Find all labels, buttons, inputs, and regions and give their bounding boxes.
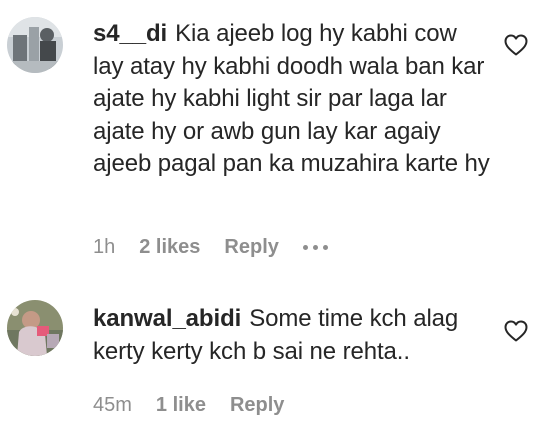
heart-icon[interactable] (504, 34, 528, 56)
comment-likes-count[interactable]: 1 like (156, 394, 206, 417)
comment-meta: 45m 1 like Reply (93, 394, 308, 417)
reply-button[interactable]: Reply (224, 236, 278, 259)
heart-icon[interactable] (504, 320, 528, 342)
avatar[interactable] (7, 300, 63, 356)
comment-body: s4__di Kia ajeeb log hy kabhi cow lay ata… (93, 18, 493, 181)
comment-item: kanwal_abidi Some time kch alag kerty ker… (0, 280, 546, 425)
comment-time: 1h (93, 236, 116, 258)
comment-likes-count[interactable]: 2 likes (139, 236, 200, 259)
more-options-icon[interactable] (302, 238, 328, 258)
comment-meta: 1h 2 likes Reply (93, 236, 328, 259)
comment-username[interactable]: s4__di (93, 20, 167, 47)
comment-time: 45m (93, 394, 132, 416)
comment-item: s4__di Kia ajeeb log hy kabhi cow lay ata… (0, 0, 546, 275)
comment-username[interactable]: kanwal_abidi (93, 305, 241, 332)
reply-button[interactable]: Reply (230, 394, 284, 417)
comment-body: kanwal_abidi Some time kch alag kerty ker… (93, 303, 493, 368)
avatar[interactable] (7, 17, 63, 73)
